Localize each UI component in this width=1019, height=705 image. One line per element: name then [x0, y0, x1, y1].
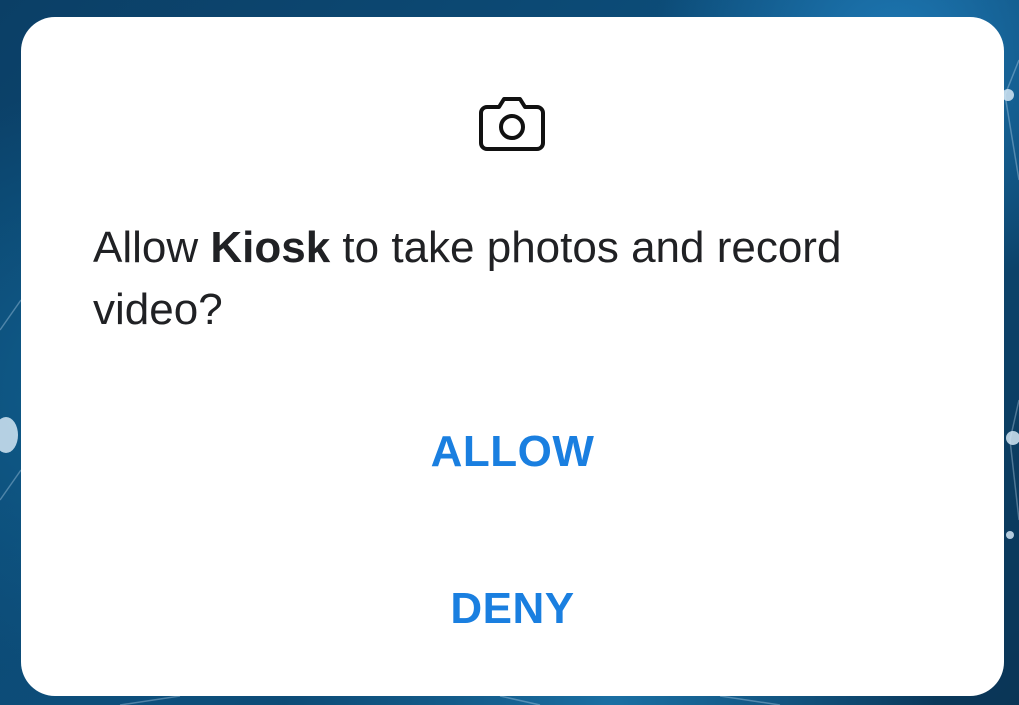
message-prefix: Allow	[93, 223, 211, 272]
app-name: Kiosk	[210, 223, 331, 272]
allow-button[interactable]: ALLOW	[21, 412, 1004, 492]
permission-dialog: Allow Kiosk to take photos and record vi…	[21, 17, 1004, 696]
camera-icon	[479, 97, 545, 151]
deny-button[interactable]: DENY	[21, 569, 1004, 649]
permission-message: Allow Kiosk to take photos and record vi…	[93, 217, 933, 341]
